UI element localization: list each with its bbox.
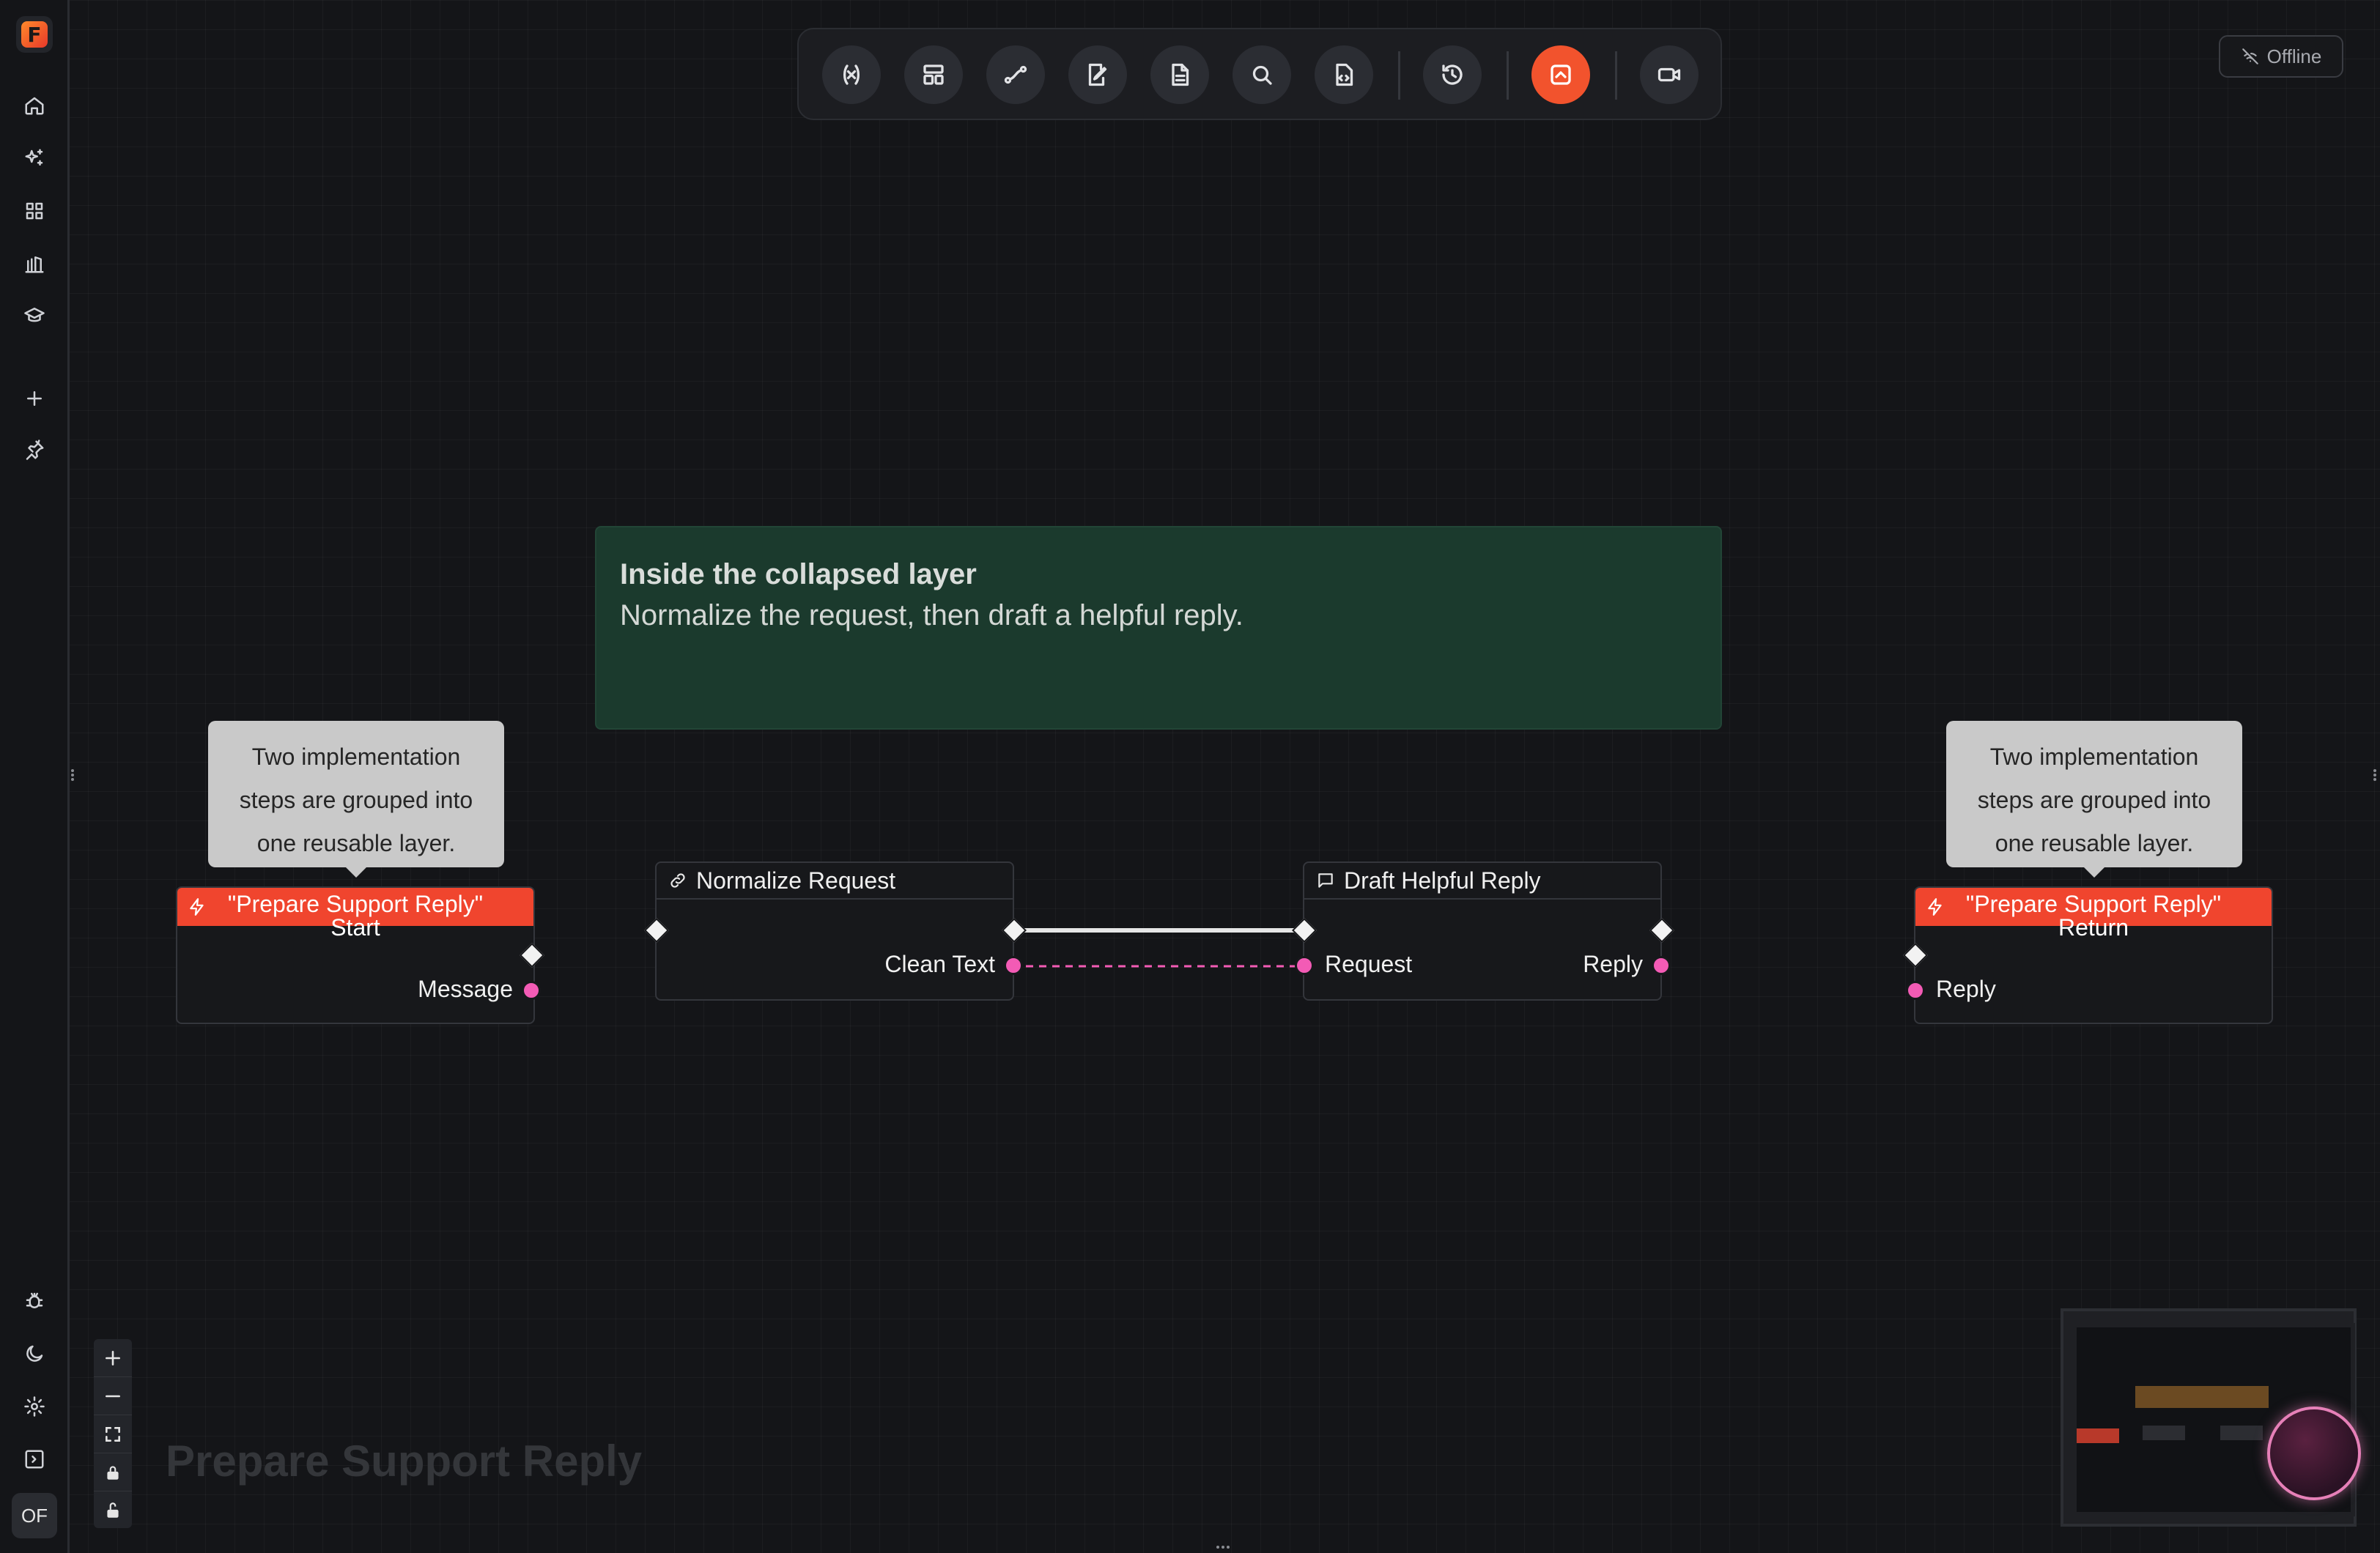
- tooltip-note-right: Two implementation steps are grouped int…: [1946, 721, 2242, 878]
- chat-bubble-icon: [1318, 873, 1333, 888]
- user-avatar[interactable]: OF: [12, 1493, 57, 1538]
- right-panel-resize-handle[interactable]: [2373, 768, 2377, 784]
- zoom-controls: [94, 1339, 132, 1528]
- settings-icon[interactable]: [20, 1392, 49, 1421]
- node-title: "Prepare Support Reply": [227, 891, 484, 917]
- node-header: Draft Helpful Reply: [1304, 863, 1660, 900]
- logo-mark: F: [21, 21, 48, 48]
- variable-icon[interactable]: [822, 45, 881, 104]
- pin-icon[interactable]: [20, 435, 49, 464]
- home-icon[interactable]: [20, 91, 49, 120]
- note-line: Two implementation: [251, 744, 461, 770]
- bottom-panel-resize-handle[interactable]: [1216, 1546, 1234, 1550]
- node-header: "Prepare Support Reply" Start: [177, 888, 533, 939]
- note-line: steps are grouped into: [239, 787, 473, 813]
- toolbar-divider: [1398, 51, 1400, 100]
- input-label: Reply: [1936, 976, 1996, 1002]
- zoom-in-icon[interactable]: [94, 1339, 132, 1377]
- node-subtitle: Return: [2058, 914, 2129, 941]
- exec-input-port[interactable]: [1903, 943, 1928, 968]
- tooltip-note-left: Two implementation steps are grouped int…: [208, 721, 504, 878]
- node-title: "Prepare Support Reply": [1965, 891, 2222, 917]
- wifi-off-icon: [2242, 48, 2258, 64]
- moon-icon[interactable]: [20, 1339, 49, 1368]
- note-line: one reusable layer.: [256, 830, 456, 856]
- comment-box[interactable]: Inside the collapsed layer Normalize the…: [595, 526, 1722, 730]
- zoom-out-icon[interactable]: [94, 1377, 132, 1415]
- top-toolbar: [797, 28, 1722, 120]
- note-line: Two implementation: [1989, 744, 2199, 770]
- note-line: steps are grouped into: [1977, 787, 2211, 813]
- output-label: Clean Text: [884, 951, 995, 977]
- data-output-pin[interactable]: [522, 981, 541, 1000]
- left-sidebar: F OF: [0, 0, 70, 1553]
- node-title: Normalize Request: [696, 867, 896, 894]
- output-label: Reply: [1583, 951, 1643, 977]
- comment-title: Inside the collapsed layer: [620, 558, 977, 590]
- status-text: Offline: [2266, 45, 2322, 67]
- normalize-request-node[interactable]: Normalize Request Clean Text: [644, 861, 1027, 1001]
- graph-title-watermark: Prepare Support Reply: [166, 1437, 643, 1486]
- library-icon[interactable]: [20, 249, 49, 278]
- video-camera-icon[interactable]: [1640, 45, 1699, 104]
- node-title: Draft Helpful Reply: [1344, 867, 1541, 894]
- minimize-layer-icon[interactable]: [1531, 45, 1590, 104]
- left-panel-resize-handle[interactable]: [70, 768, 75, 784]
- search-icon[interactable]: [1232, 45, 1291, 104]
- exec-output-port[interactable]: [520, 943, 544, 968]
- edit-notes-icon[interactable]: [1068, 45, 1127, 104]
- grid-icon[interactable]: [20, 196, 49, 226]
- exec-input-port[interactable]: [644, 918, 669, 943]
- data-output-pin[interactable]: [1004, 956, 1023, 975]
- node-header: Normalize Request: [657, 863, 1013, 900]
- layout-icon[interactable]: [904, 45, 963, 104]
- app-logo[interactable]: F: [16, 16, 53, 53]
- unlock-icon[interactable]: [94, 1491, 132, 1528]
- plus-icon[interactable]: [20, 384, 49, 413]
- node-header: "Prepare Support Reply" Return: [1915, 888, 2272, 939]
- panel-collapse-icon[interactable]: [20, 1445, 49, 1474]
- node-subtitle: Start: [330, 914, 380, 941]
- exec-output-port[interactable]: [1002, 918, 1027, 943]
- layer-return-node[interactable]: "Prepare Support Reply" Return Reply: [1903, 886, 2273, 1024]
- ai-assistant-orb[interactable]: [2267, 1406, 2361, 1500]
- minimap-node: [2077, 1428, 2119, 1443]
- minimap-comment: [2135, 1386, 2269, 1408]
- exec-output-port[interactable]: [1649, 918, 1674, 943]
- lock-icon[interactable]: [94, 1453, 132, 1491]
- data-output-pin[interactable]: [1652, 956, 1671, 975]
- connection-icon[interactable]: [986, 45, 1045, 104]
- output-label: Message: [418, 976, 513, 1002]
- draft-helpful-reply-node[interactable]: Draft Helpful Reply Request Reply: [1292, 861, 1674, 1001]
- comment-body: Normalize the request, then draft a help…: [620, 599, 1243, 631]
- graduation-cap-icon[interactable]: [20, 300, 49, 330]
- connection-status-badge[interactable]: Offline: [2219, 35, 2343, 78]
- toolbar-divider: [1507, 51, 1509, 100]
- data-input-pin[interactable]: [1906, 981, 1925, 1000]
- document-icon[interactable]: [1150, 45, 1209, 104]
- toolbar-divider: [1615, 51, 1617, 100]
- layer-start-node[interactable]: "Prepare Support Reply" Start Message: [176, 886, 544, 1024]
- history-icon[interactable]: [1423, 45, 1482, 104]
- data-input-pin[interactable]: [1295, 956, 1314, 975]
- note-line: one reusable layer.: [1995, 830, 2194, 856]
- input-label: Request: [1325, 951, 1413, 977]
- code-file-icon[interactable]: [1315, 45, 1373, 104]
- minimap-node: [2143, 1426, 2185, 1440]
- minimap-node: [2220, 1426, 2263, 1440]
- sparkles-icon[interactable]: [20, 144, 49, 173]
- exec-input-port[interactable]: [1292, 918, 1317, 943]
- bug-icon[interactable]: [20, 1286, 49, 1316]
- link-icon: [670, 873, 685, 888]
- fit-view-icon[interactable]: [94, 1415, 132, 1453]
